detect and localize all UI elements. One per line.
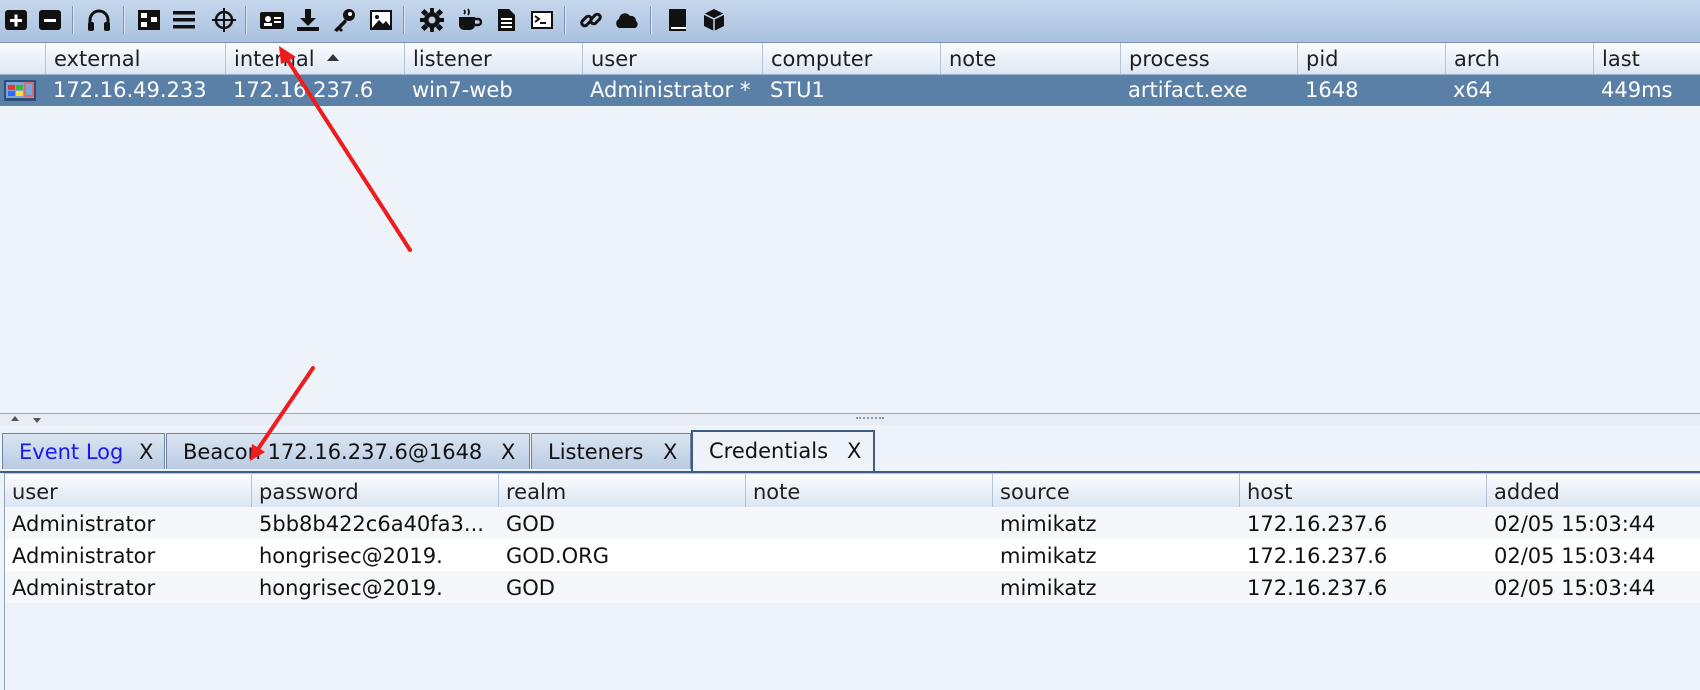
- credential-added: 02/05 15:03:44: [1494, 576, 1656, 600]
- credential-host: 172.16.237.6: [1247, 512, 1388, 536]
- toolbar: [0, 0, 1700, 43]
- credential-user: Administrator: [12, 576, 156, 600]
- image-icon[interactable]: [367, 5, 395, 35]
- tab-listeners-close-button[interactable]: X: [663, 434, 677, 470]
- column-header-note[interactable]: note: [940, 43, 1120, 74]
- key-icon[interactable]: [330, 5, 358, 35]
- beacon-last: 449ms: [1601, 78, 1673, 102]
- windows-session-icon: [4, 80, 36, 101]
- column-header-computer[interactable]: computer: [762, 43, 940, 74]
- credential-row[interactable]: Administrator hongrisec@2019. GOD.ORG mi…: [5, 539, 1700, 571]
- credential-user: Administrator: [12, 544, 156, 568]
- collapse-up-icon[interactable]: [11, 416, 19, 421]
- plus-icon[interactable]: [2, 5, 30, 35]
- column-header-source[interactable]: source: [993, 474, 1240, 507]
- credential-host: 172.16.237.6: [1247, 544, 1388, 568]
- link-icon[interactable]: [577, 5, 605, 35]
- beacon-computer: STU1: [770, 78, 825, 102]
- tab-beacon-close-button[interactable]: X: [501, 434, 515, 470]
- credential-password: 5bb8b422c6a40fa3...: [259, 512, 484, 536]
- minus-icon[interactable]: [36, 5, 64, 35]
- beacon-process: artifact.exe: [1128, 78, 1248, 102]
- tab-credentials[interactable]: Credentials X: [691, 430, 875, 471]
- credential-added: 02/05 15:03:44: [1494, 512, 1656, 536]
- list-icon[interactable]: [170, 5, 198, 35]
- credential-host: 172.16.237.6: [1247, 576, 1388, 600]
- credential-user: Administrator: [12, 512, 156, 536]
- column-header-user[interactable]: user: [5, 474, 252, 507]
- tab-credentials-close-button[interactable]: X: [847, 432, 861, 470]
- tab-event-log-label: Event Log: [19, 440, 124, 464]
- download-icon[interactable]: [294, 5, 322, 35]
- column-header-external[interactable]: external: [45, 43, 225, 74]
- sort-ascending-icon: [326, 53, 339, 61]
- tab-event-log[interactable]: Event Log X: [2, 433, 165, 469]
- column-header-arch[interactable]: arch: [1445, 43, 1593, 74]
- id-card-icon[interactable]: [258, 5, 286, 35]
- column-header-note[interactable]: note: [746, 474, 993, 507]
- tab-beacon[interactable]: Beacon 172.16.237.6@1648 X: [166, 433, 530, 469]
- beacon-listener: win7-web: [412, 78, 513, 102]
- coffee-cup-icon[interactable]: [455, 5, 483, 35]
- column-header-process[interactable]: process: [1120, 43, 1297, 74]
- tab-bar: Event Log X Beacon 172.16.237.6@1648 X L…: [0, 425, 1700, 473]
- column-header-user[interactable]: user: [582, 43, 762, 74]
- credential-realm: GOD: [506, 512, 555, 536]
- credential-realm: GOD: [506, 576, 555, 600]
- credential-realm: GOD.ORG: [506, 544, 610, 568]
- pivot-graph-icon[interactable]: [135, 5, 163, 35]
- credentials-table: user password realm note source host add…: [4, 473, 1700, 690]
- terminal-icon[interactable]: [528, 5, 556, 35]
- column-header-internal-label: internal: [234, 47, 315, 71]
- credential-note: [746, 539, 993, 571]
- beacon-table: external internal listener user computer…: [0, 43, 1700, 413]
- beacon-internal: 172.16.237.6: [233, 78, 374, 102]
- beacon-user: Administrator *: [590, 78, 751, 102]
- column-header-host[interactable]: host: [1240, 474, 1487, 507]
- collapse-down-icon[interactable]: [33, 418, 41, 423]
- column-header-password[interactable]: password: [252, 474, 499, 507]
- credential-source: mimikatz: [1000, 512, 1097, 536]
- column-header-pid[interactable]: pid: [1297, 43, 1445, 74]
- credential-password: hongrisec@2019.: [259, 576, 443, 600]
- beacon-table-header: external internal listener user computer…: [0, 43, 1700, 75]
- headphones-icon[interactable]: [85, 5, 113, 35]
- beacon-arch: x64: [1453, 78, 1493, 102]
- crosshair-icon[interactable]: [210, 5, 238, 35]
- credential-note: [746, 507, 993, 539]
- credentials-table-header: user password realm note source host add…: [5, 473, 1700, 508]
- column-header-realm[interactable]: realm: [499, 474, 746, 507]
- credential-row[interactable]: Administrator 5bb8b422c6a40fa3... GOD mi…: [5, 507, 1700, 539]
- beacon-row[interactable]: 172.16.49.233 172.16.237.6 win7-web Admi…: [0, 75, 1700, 106]
- credential-password: hongrisec@2019.: [259, 544, 443, 568]
- beacon-note: [940, 75, 1120, 106]
- tab-beacon-label: Beacon 172.16.237.6@1648: [183, 440, 483, 464]
- credential-note: [746, 571, 993, 603]
- column-header-added[interactable]: added: [1487, 474, 1700, 507]
- document-icon[interactable]: [492, 5, 520, 35]
- drag-grip-icon[interactable]: [856, 417, 884, 422]
- tab-listeners[interactable]: Listeners X: [531, 433, 691, 469]
- credential-row[interactable]: Administrator hongrisec@2019. GOD mimika…: [5, 571, 1700, 603]
- column-header-internal[interactable]: internal: [225, 43, 404, 74]
- column-header-icon[interactable]: [0, 43, 45, 74]
- tab-listeners-label: Listeners: [548, 440, 644, 464]
- column-header-last[interactable]: last: [1593, 43, 1700, 74]
- column-header-listener[interactable]: listener: [404, 43, 582, 74]
- credential-added: 02/05 15:03:44: [1494, 544, 1656, 568]
- credential-source: mimikatz: [1000, 576, 1097, 600]
- beacon-external: 172.16.49.233: [53, 78, 207, 102]
- cloud-icon[interactable]: [613, 5, 641, 35]
- beacon-pid: 1648: [1305, 78, 1359, 102]
- cube-icon[interactable]: [700, 5, 728, 35]
- tab-event-log-close-button[interactable]: X: [139, 434, 153, 470]
- gear-icon[interactable]: [418, 5, 446, 35]
- credential-source: mimikatz: [1000, 544, 1097, 568]
- tab-credentials-label: Credentials: [709, 439, 829, 463]
- book-icon[interactable]: [663, 5, 691, 35]
